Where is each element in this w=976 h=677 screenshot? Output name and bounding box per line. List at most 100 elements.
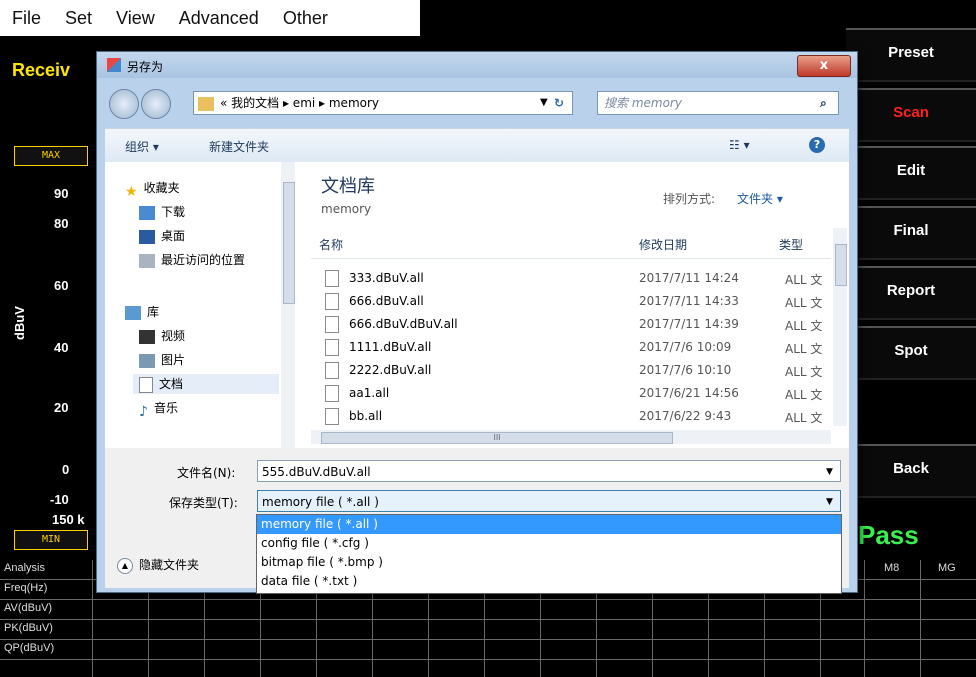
menu-view[interactable]: View [104, 8, 167, 29]
file-icon [325, 362, 339, 379]
search-placeholder: 搜索 memory [604, 96, 682, 110]
sort-dropdown[interactable]: 文件夹 ▾ [737, 190, 783, 207]
y-tick-40: 40 [54, 340, 69, 355]
row-label-qp: QP(dBuV) [4, 642, 55, 654]
nav-pictures-label: 图片 [161, 353, 186, 367]
nav-music[interactable]: ♪ 音乐 [139, 398, 178, 420]
table-divider [920, 560, 921, 677]
y-axis-label: dBuV [12, 306, 27, 340]
refresh-icon[interactable]: ↻ [554, 92, 564, 114]
edit-button[interactable]: Edit [846, 146, 976, 200]
file-list-hscroll-thumb[interactable]: III [321, 432, 673, 444]
nav-documents[interactable]: 文档 [133, 374, 279, 394]
y-tick-20: 20 [54, 400, 69, 415]
address-dropdown-icon[interactable]: ▼ [540, 92, 548, 114]
nav-favorites[interactable]: ★ 收藏夹 [125, 178, 180, 200]
table-row: PK(dBuV) [0, 620, 976, 640]
file-icon [325, 270, 339, 287]
nav-scrollbar[interactable] [281, 162, 295, 448]
nav-recent[interactable]: 最近访问的位置 [139, 250, 245, 270]
organize-button[interactable]: 组织 ▾ [125, 138, 159, 155]
menu-set[interactable]: Set [53, 8, 104, 29]
file-date: 2017/7/11 14:24 [639, 271, 739, 285]
filename-input[interactable]: 555.dBuV.dBuV.all ▼ [257, 460, 841, 482]
list-item[interactable]: 666.dBuV.dBuV.all 2017/7/11 14:39 ALL 文 [301, 312, 831, 335]
sort-label: 排列方式: [663, 192, 716, 206]
filetype-dropdown-icon[interactable]: ▼ [826, 491, 833, 513]
list-item[interactable]: aa1.all 2017/6/21 14:56 ALL 文 [301, 381, 831, 404]
file-type: ALL 文 [785, 411, 823, 425]
new-folder-button[interactable]: 新建文件夹 [209, 138, 269, 155]
nav-libraries[interactable]: 库 [125, 302, 159, 322]
search-icon[interactable]: ⌕ [820, 92, 827, 114]
nav-scrollbar-thumb[interactable] [283, 182, 295, 304]
help-icon[interactable]: ? [809, 137, 825, 153]
filetype-option-data[interactable]: data file ( *.txt ) [257, 572, 841, 591]
download-folder-icon [139, 205, 155, 220]
navigation-bar: « 我的文档 ▸ emi ▸ memory ▼ ↻ 搜索 memory ⌕ [97, 78, 857, 128]
report-button[interactable]: Report [846, 266, 976, 320]
save-as-dialog: 另存为 x « 我的文档 ▸ emi ▸ memory ▼ ↻ 搜索 memor… [96, 51, 858, 593]
close-button[interactable]: x [797, 55, 851, 77]
file-type: ALL 文 [785, 388, 823, 402]
view-options-icon[interactable]: ☷ ▾ [729, 138, 750, 152]
list-item[interactable]: 666.dBuV.all 2017/7/11 14:33 ALL 文 [301, 289, 831, 312]
file-list-hscrollbar[interactable]: III [311, 430, 831, 444]
filename-value: 555.dBuV.dBuV.all [262, 465, 371, 479]
nav-downloads[interactable]: 下载 [139, 202, 185, 222]
file-list-vscrollbar[interactable] [833, 228, 847, 426]
table-divider [864, 560, 865, 677]
filetype-option-config[interactable]: config file ( *.cfg ) [257, 534, 841, 553]
preset-button[interactable]: Preset [846, 28, 976, 82]
file-date: 2017/7/11 14:39 [639, 317, 739, 331]
y-tick-80: 80 [54, 216, 69, 231]
list-item[interactable]: 2222.dBuV.all 2017/7/6 10:10 ALL 文 [301, 358, 831, 381]
list-item[interactable]: 1111.dBuV.all 2017/7/6 10:09 ALL 文 [301, 335, 831, 358]
header-m8: M8 [884, 562, 900, 574]
hide-folders-toggle[interactable]: ▲ 隐藏文件夹 [117, 556, 199, 574]
dialog-titlebar[interactable]: 另存为 x [97, 52, 857, 78]
file-name: bb.all [349, 409, 383, 423]
sidebar: Preset Scan Edit Final Report Spot Back [846, 28, 976, 498]
list-item[interactable]: bb.all 2017/6/22 9:43 ALL 文 [301, 404, 831, 427]
y-tick-60: 60 [54, 278, 69, 293]
filetype-option-memory[interactable]: memory file ( *.all ) [257, 515, 841, 534]
search-input[interactable]: 搜索 memory ⌕ [597, 91, 839, 115]
column-name[interactable]: 名称 [319, 236, 343, 253]
back-arrow-icon[interactable] [109, 89, 139, 119]
folder-icon [198, 96, 214, 111]
hide-folders-label: 隐藏文件夹 [139, 558, 200, 572]
nav-pictures[interactable]: 图片 [139, 350, 185, 370]
file-list-vscroll-thumb[interactable] [835, 244, 847, 286]
filetype-option-bitmap[interactable]: bitmap file ( *.bmp ) [257, 553, 841, 572]
min-tag[interactable]: MIN [14, 530, 88, 550]
column-date[interactable]: 修改日期 [639, 236, 687, 253]
nav-videos[interactable]: 视频 [139, 326, 185, 346]
forward-arrow-icon[interactable] [141, 89, 171, 119]
filetype-select[interactable]: memory file ( *.all ) ▼ [257, 490, 841, 512]
nav-desktop[interactable]: 桌面 [139, 226, 185, 246]
address-path: « 我的文档 ▸ emi ▸ memory [220, 96, 380, 110]
back-button[interactable]: Back [846, 444, 976, 498]
file-date: 2017/6/21 14:56 [639, 386, 739, 400]
documents-icon [139, 376, 153, 393]
menu-file[interactable]: File [0, 8, 53, 29]
dialog-app-icon [107, 58, 121, 72]
spot-button[interactable]: Spot [846, 326, 976, 380]
nav-libraries-label: 库 [147, 305, 160, 319]
table-row: QP(dBuV) [0, 640, 976, 660]
filename-dropdown-icon[interactable]: ▼ [826, 461, 833, 483]
menu-advanced[interactable]: Advanced [167, 8, 271, 29]
list-item[interactable]: 333.dBuV.all 2017/7/11 14:24 ALL 文 [301, 266, 831, 289]
file-icon [325, 293, 339, 310]
file-list-pane: 文档库 memory 排列方式: 文件夹 ▾ 名称 修改日期 类型 333.dB… [301, 162, 849, 448]
scan-button[interactable]: Scan [846, 88, 976, 142]
column-type[interactable]: 类型 [779, 236, 803, 253]
menu-other[interactable]: Other [271, 8, 340, 29]
file-type: ALL 文 [785, 273, 823, 287]
address-bar[interactable]: « 我的文档 ▸ emi ▸ memory ▼ ↻ [193, 91, 573, 115]
final-button[interactable]: Final [846, 206, 976, 260]
nav-downloads-label: 下载 [161, 205, 186, 219]
desktop-icon [139, 229, 155, 244]
max-tag[interactable]: MAX [14, 146, 88, 166]
